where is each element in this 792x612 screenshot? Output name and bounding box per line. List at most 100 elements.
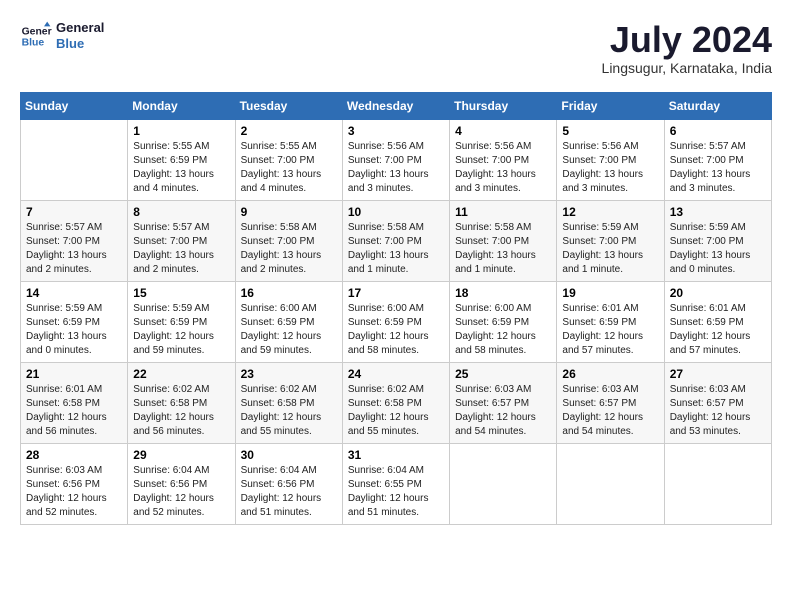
calendar-cell: 24 Sunrise: 6:02 AM Sunset: 6:58 PM Dayli… xyxy=(342,362,449,443)
calendar-cell: 30 Sunrise: 6:04 AM Sunset: 6:56 PM Dayli… xyxy=(235,443,342,524)
day-info: Sunrise: 6:02 AM Sunset: 6:58 PM Dayligh… xyxy=(241,383,337,439)
calendar-cell: 13Sunrise: 5:59 AM Sunset: 7:00 PM Dayli… xyxy=(664,200,771,281)
day-info: Sunrise: 5:55 AM Sunset: 6:59 PM Dayligh… xyxy=(133,140,229,196)
day-info: Sunrise: 5:58 AM Sunset: 7:00 PM Dayligh… xyxy=(348,221,444,277)
day-number: 25 xyxy=(455,367,551,381)
day-number: 27 xyxy=(670,367,766,381)
day-info: Sunrise: 6:03 AM Sunset: 6:57 PM Dayligh… xyxy=(455,383,551,439)
calendar-cell: 11Sunrise: 5:58 AM Sunset: 7:00 PM Dayli… xyxy=(450,200,557,281)
month-title: July 2024 xyxy=(602,20,772,60)
calendar-cell: 6Sunrise: 5:57 AM Sunset: 7:00 PM Daylig… xyxy=(664,119,771,200)
calendar-cell: 27 Sunrise: 6:03 AM Sunset: 6:57 PM Dayli… xyxy=(664,362,771,443)
calendar-cell: 17 Sunrise: 6:00 AM Sunset: 6:59 PM Dayli… xyxy=(342,281,449,362)
weekday-header: Monday xyxy=(128,92,235,119)
calendar-cell xyxy=(557,443,664,524)
day-number: 15 xyxy=(133,286,229,300)
logo-text-blue: Blue xyxy=(56,36,104,52)
calendar-cell: 12 Sunrise: 5:59 AM Sunset: 7:00 PM Dayli… xyxy=(557,200,664,281)
day-number: 5 xyxy=(562,124,658,138)
day-number: 29 xyxy=(133,448,229,462)
calendar-cell: 23Sunrise: 6:02 AM Sunset: 6:58 PM Dayli… xyxy=(235,362,342,443)
weekday-header: Friday xyxy=(557,92,664,119)
calendar-cell: 9 Sunrise: 5:58 AM Sunset: 7:00 PM Daylig… xyxy=(235,200,342,281)
day-info: Sunrise: 6:02 AM Sunset: 6:58 PM Dayligh… xyxy=(133,383,229,439)
day-info: Sunrise: 5:56 AM Sunset: 7:00 PM Dayligh… xyxy=(562,140,658,196)
calendar-body: 1 Sunrise: 5:55 AM Sunset: 6:59 PM Daylig… xyxy=(21,119,772,524)
calendar-cell: 4 Sunrise: 5:56 AM Sunset: 7:00 PM Daylig… xyxy=(450,119,557,200)
weekday-header: Tuesday xyxy=(235,92,342,119)
day-number: 28 xyxy=(26,448,122,462)
day-number: 7 xyxy=(26,205,122,219)
page-header: General Blue General Blue July 2024 Ling… xyxy=(20,20,772,76)
day-number: 8 xyxy=(133,205,229,219)
day-number: 6 xyxy=(670,124,766,138)
day-number: 24 xyxy=(348,367,444,381)
svg-text:Blue: Blue xyxy=(22,38,45,49)
calendar-cell: 2Sunrise: 5:55 AM Sunset: 7:00 PM Daylig… xyxy=(235,119,342,200)
logo: General Blue General Blue xyxy=(20,20,104,52)
logo-text-general: General xyxy=(56,20,104,36)
calendar-week-row: 7 Sunrise: 5:57 AM Sunset: 7:00 PM Daylig… xyxy=(21,200,772,281)
day-number: 19 xyxy=(562,286,658,300)
calendar-week-row: 28 Sunrise: 6:03 AM Sunset: 6:56 PM Dayli… xyxy=(21,443,772,524)
weekday-header: Thursday xyxy=(450,92,557,119)
location: Lingsugur, Karnataka, India xyxy=(602,60,772,76)
day-number: 16 xyxy=(241,286,337,300)
svg-text:General: General xyxy=(22,26,52,37)
weekday-header: Sunday xyxy=(21,92,128,119)
day-number: 13 xyxy=(670,205,766,219)
calendar-cell: 21 Sunrise: 6:01 AM Sunset: 6:58 PM Dayli… xyxy=(21,362,128,443)
day-number: 9 xyxy=(241,205,337,219)
day-info: Sunrise: 5:59 AM Sunset: 6:59 PM Dayligh… xyxy=(26,302,122,358)
calendar-week-row: 1 Sunrise: 5:55 AM Sunset: 6:59 PM Daylig… xyxy=(21,119,772,200)
day-number: 18 xyxy=(455,286,551,300)
calendar-cell: 8 Sunrise: 5:57 AM Sunset: 7:00 PM Daylig… xyxy=(128,200,235,281)
weekday-header: Wednesday xyxy=(342,92,449,119)
day-number: 20 xyxy=(670,286,766,300)
day-info: Sunrise: 6:01 AM Sunset: 6:59 PM Dayligh… xyxy=(562,302,658,358)
weekday-header-row: SundayMondayTuesdayWednesdayThursdayFrid… xyxy=(21,92,772,119)
day-info: Sunrise: 6:02 AM Sunset: 6:58 PM Dayligh… xyxy=(348,383,444,439)
calendar-cell: 25 Sunrise: 6:03 AM Sunset: 6:57 PM Dayli… xyxy=(450,362,557,443)
day-number: 4 xyxy=(455,124,551,138)
calendar-cell: 19 Sunrise: 6:01 AM Sunset: 6:59 PM Dayli… xyxy=(557,281,664,362)
day-info: Sunrise: 6:01 AM Sunset: 6:59 PM Dayligh… xyxy=(670,302,766,358)
day-number: 14 xyxy=(26,286,122,300)
day-info: Sunrise: 6:00 AM Sunset: 6:59 PM Dayligh… xyxy=(241,302,337,358)
day-info: Sunrise: 5:58 AM Sunset: 7:00 PM Dayligh… xyxy=(455,221,551,277)
day-info: Sunrise: 5:59 AM Sunset: 6:59 PM Dayligh… xyxy=(133,302,229,358)
day-info: Sunrise: 5:57 AM Sunset: 7:00 PM Dayligh… xyxy=(133,221,229,277)
day-info: Sunrise: 5:56 AM Sunset: 7:00 PM Dayligh… xyxy=(455,140,551,196)
day-info: Sunrise: 6:03 AM Sunset: 6:56 PM Dayligh… xyxy=(26,464,122,520)
calendar-cell: 10 Sunrise: 5:58 AM Sunset: 7:00 PM Dayli… xyxy=(342,200,449,281)
calendar-cell: 20 Sunrise: 6:01 AM Sunset: 6:59 PM Dayli… xyxy=(664,281,771,362)
day-info: Sunrise: 6:03 AM Sunset: 6:57 PM Dayligh… xyxy=(670,383,766,439)
day-number: 30 xyxy=(241,448,337,462)
day-info: Sunrise: 5:59 AM Sunset: 7:00 PM Dayligh… xyxy=(562,221,658,277)
day-info: Sunrise: 6:04 AM Sunset: 6:56 PM Dayligh… xyxy=(241,464,337,520)
calendar-cell xyxy=(21,119,128,200)
day-number: 21 xyxy=(26,367,122,381)
calendar-week-row: 14 Sunrise: 5:59 AM Sunset: 6:59 PM Dayli… xyxy=(21,281,772,362)
day-number: 17 xyxy=(348,286,444,300)
day-info: Sunrise: 6:03 AM Sunset: 6:57 PM Dayligh… xyxy=(562,383,658,439)
day-info: Sunrise: 6:04 AM Sunset: 6:56 PM Dayligh… xyxy=(133,464,229,520)
day-info: Sunrise: 5:58 AM Sunset: 7:00 PM Dayligh… xyxy=(241,221,337,277)
calendar-cell: 5 Sunrise: 5:56 AM Sunset: 7:00 PM Daylig… xyxy=(557,119,664,200)
calendar-cell: 26 Sunrise: 6:03 AM Sunset: 6:57 PM Dayli… xyxy=(557,362,664,443)
day-number: 12 xyxy=(562,205,658,219)
title-block: July 2024 Lingsugur, Karnataka, India xyxy=(602,20,772,76)
day-info: Sunrise: 6:01 AM Sunset: 6:58 PM Dayligh… xyxy=(26,383,122,439)
calendar-cell: 29 Sunrise: 6:04 AM Sunset: 6:56 PM Dayli… xyxy=(128,443,235,524)
day-number: 10 xyxy=(348,205,444,219)
day-info: Sunrise: 5:56 AM Sunset: 7:00 PM Dayligh… xyxy=(348,140,444,196)
calendar-cell xyxy=(664,443,771,524)
day-number: 1 xyxy=(133,124,229,138)
day-number: 3 xyxy=(348,124,444,138)
calendar-cell: 28 Sunrise: 6:03 AM Sunset: 6:56 PM Dayli… xyxy=(21,443,128,524)
day-number: 26 xyxy=(562,367,658,381)
day-info: Sunrise: 6:00 AM Sunset: 6:59 PM Dayligh… xyxy=(348,302,444,358)
calendar-cell: 31Sunrise: 6:04 AM Sunset: 6:55 PM Dayli… xyxy=(342,443,449,524)
calendar-cell: 1 Sunrise: 5:55 AM Sunset: 6:59 PM Daylig… xyxy=(128,119,235,200)
day-number: 31 xyxy=(348,448,444,462)
